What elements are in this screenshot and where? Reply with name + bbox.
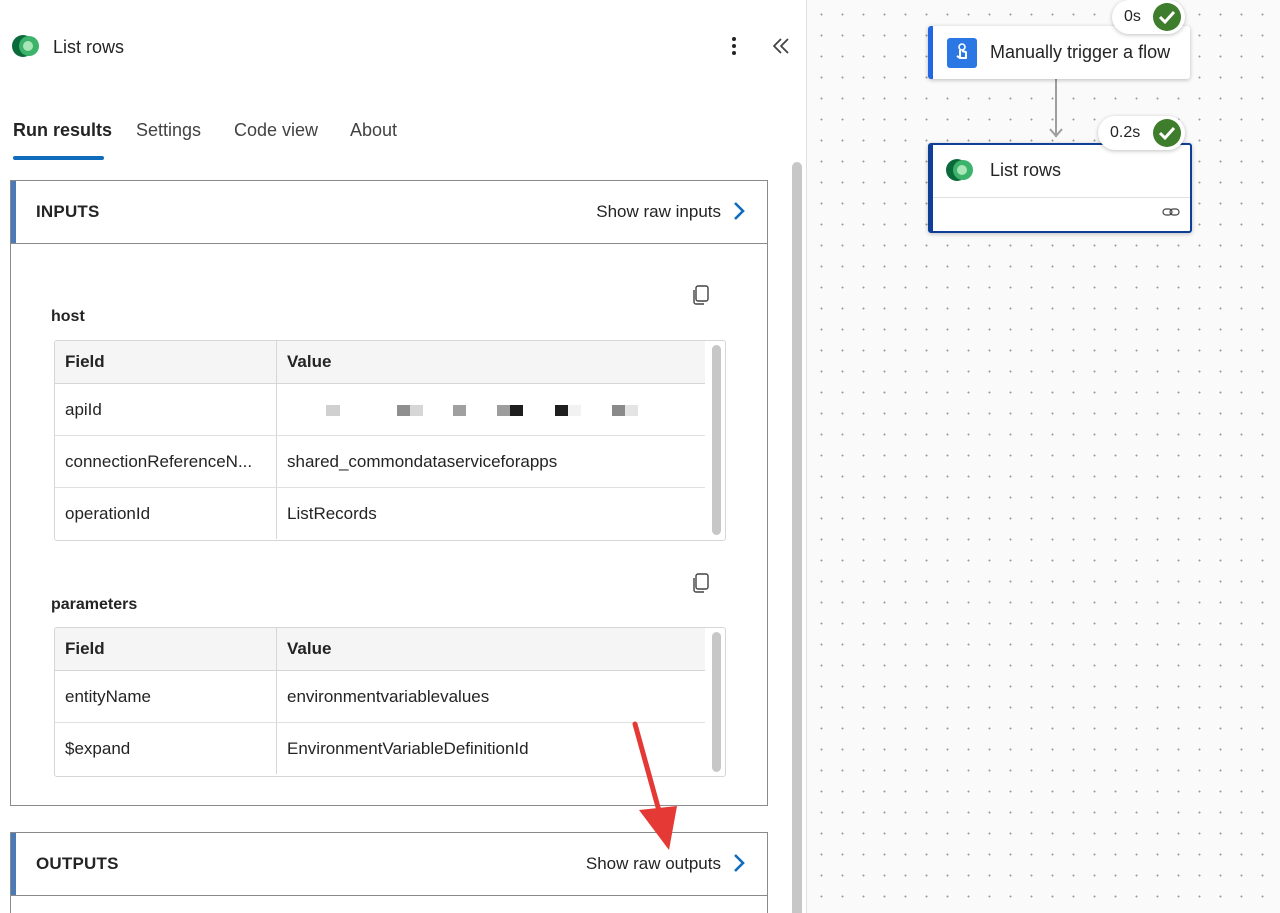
- copy-icon[interactable]: [691, 572, 711, 594]
- table-row: entityName environmentvariablevalues: [55, 670, 705, 723]
- chevron-right-icon: [734, 202, 745, 220]
- action-duration-badge: 0.2s: [1098, 116, 1185, 150]
- details-panel: List rows Run results Settings Code view…: [0, 0, 807, 913]
- show-raw-inputs-link[interactable]: Show raw inputs: [596, 201, 745, 222]
- host-table: Field Value apiId connectionReferenceN..…: [54, 340, 726, 541]
- trigger-duration-badge: 0s: [1112, 0, 1185, 34]
- tab-run-results[interactable]: Run results: [13, 120, 112, 141]
- inputs-label: INPUTS: [36, 202, 100, 221]
- column-header: Field: [55, 628, 277, 671]
- table-row: operationId ListRecords: [55, 487, 705, 539]
- table-row: $expand EnvironmentVariableDefinitionId: [55, 722, 705, 774]
- more-dot-icon: [732, 44, 736, 48]
- field-cell: $expand: [55, 722, 277, 774]
- connector-arrow-icon: [1049, 128, 1063, 138]
- trigger-title: Manually trigger a flow: [990, 42, 1171, 62]
- dataverse-logo-icon: [12, 35, 39, 57]
- inputs-section: INPUTS Show raw inputs host Field Value: [10, 180, 768, 806]
- tab-about[interactable]: About: [350, 120, 397, 141]
- annotation-arrow-icon: [632, 721, 677, 850]
- flow-canvas[interactable]: Manually trigger a flow 0s List rows 0.2…: [807, 0, 1280, 913]
- copy-icon[interactable]: [691, 284, 711, 306]
- column-header: Value: [276, 628, 705, 671]
- panel-title: List rows: [53, 37, 125, 57]
- parameters-label: parameters: [51, 596, 138, 613]
- table-row: connectionReferenceN... shared_commondat…: [55, 435, 705, 488]
- redacted-value: [276, 383, 705, 436]
- action-title: List rows: [990, 160, 1062, 180]
- panel-scrollbar[interactable]: [792, 162, 802, 913]
- tab-code-view[interactable]: Code view: [234, 120, 318, 141]
- outputs-label: OUTPUTS: [36, 854, 119, 873]
- table-scrollbar[interactable]: [712, 632, 721, 772]
- more-dot-icon: [732, 37, 736, 41]
- manual-trigger-icon: [947, 38, 977, 68]
- field-cell: apiId: [55, 383, 277, 436]
- value-cell: environmentvariablevalues: [276, 670, 705, 723]
- more-dot-icon: [732, 51, 736, 55]
- dataverse-logo-icon: [946, 159, 973, 181]
- link-icon[interactable]: [1162, 205, 1180, 219]
- field-cell: entityName: [55, 670, 277, 723]
- column-header: Value: [276, 341, 705, 384]
- action-duration: 0.2s: [1110, 124, 1141, 141]
- collapse-panel-button[interactable]: [768, 34, 794, 58]
- column-header: Field: [55, 341, 277, 384]
- field-cell: connectionReferenceN...: [55, 435, 277, 488]
- inputs-header: INPUTS Show raw inputs: [11, 181, 767, 243]
- card-divider: [933, 197, 1190, 198]
- outputs-body: [11, 895, 767, 913]
- chevron-right-icon: [734, 854, 745, 872]
- trigger-duration: 0s: [1124, 8, 1141, 25]
- host-label: host: [51, 308, 85, 325]
- table-row: apiId: [55, 383, 705, 436]
- active-tab-indicator: [13, 156, 104, 160]
- success-check-icon: [1153, 3, 1181, 31]
- table-scrollbar[interactable]: [712, 345, 721, 535]
- field-cell: operationId: [55, 487, 277, 539]
- show-raw-inputs-label: Show raw inputs: [596, 202, 721, 221]
- value-cell: shared_commondataserviceforapps: [276, 435, 705, 488]
- value-cell: ListRecords: [287, 503, 377, 523]
- tab-settings[interactable]: Settings: [136, 120, 201, 141]
- more-options-button[interactable]: [724, 34, 744, 58]
- list-rows-card[interactable]: List rows: [928, 143, 1192, 233]
- success-check-icon: [1153, 119, 1181, 147]
